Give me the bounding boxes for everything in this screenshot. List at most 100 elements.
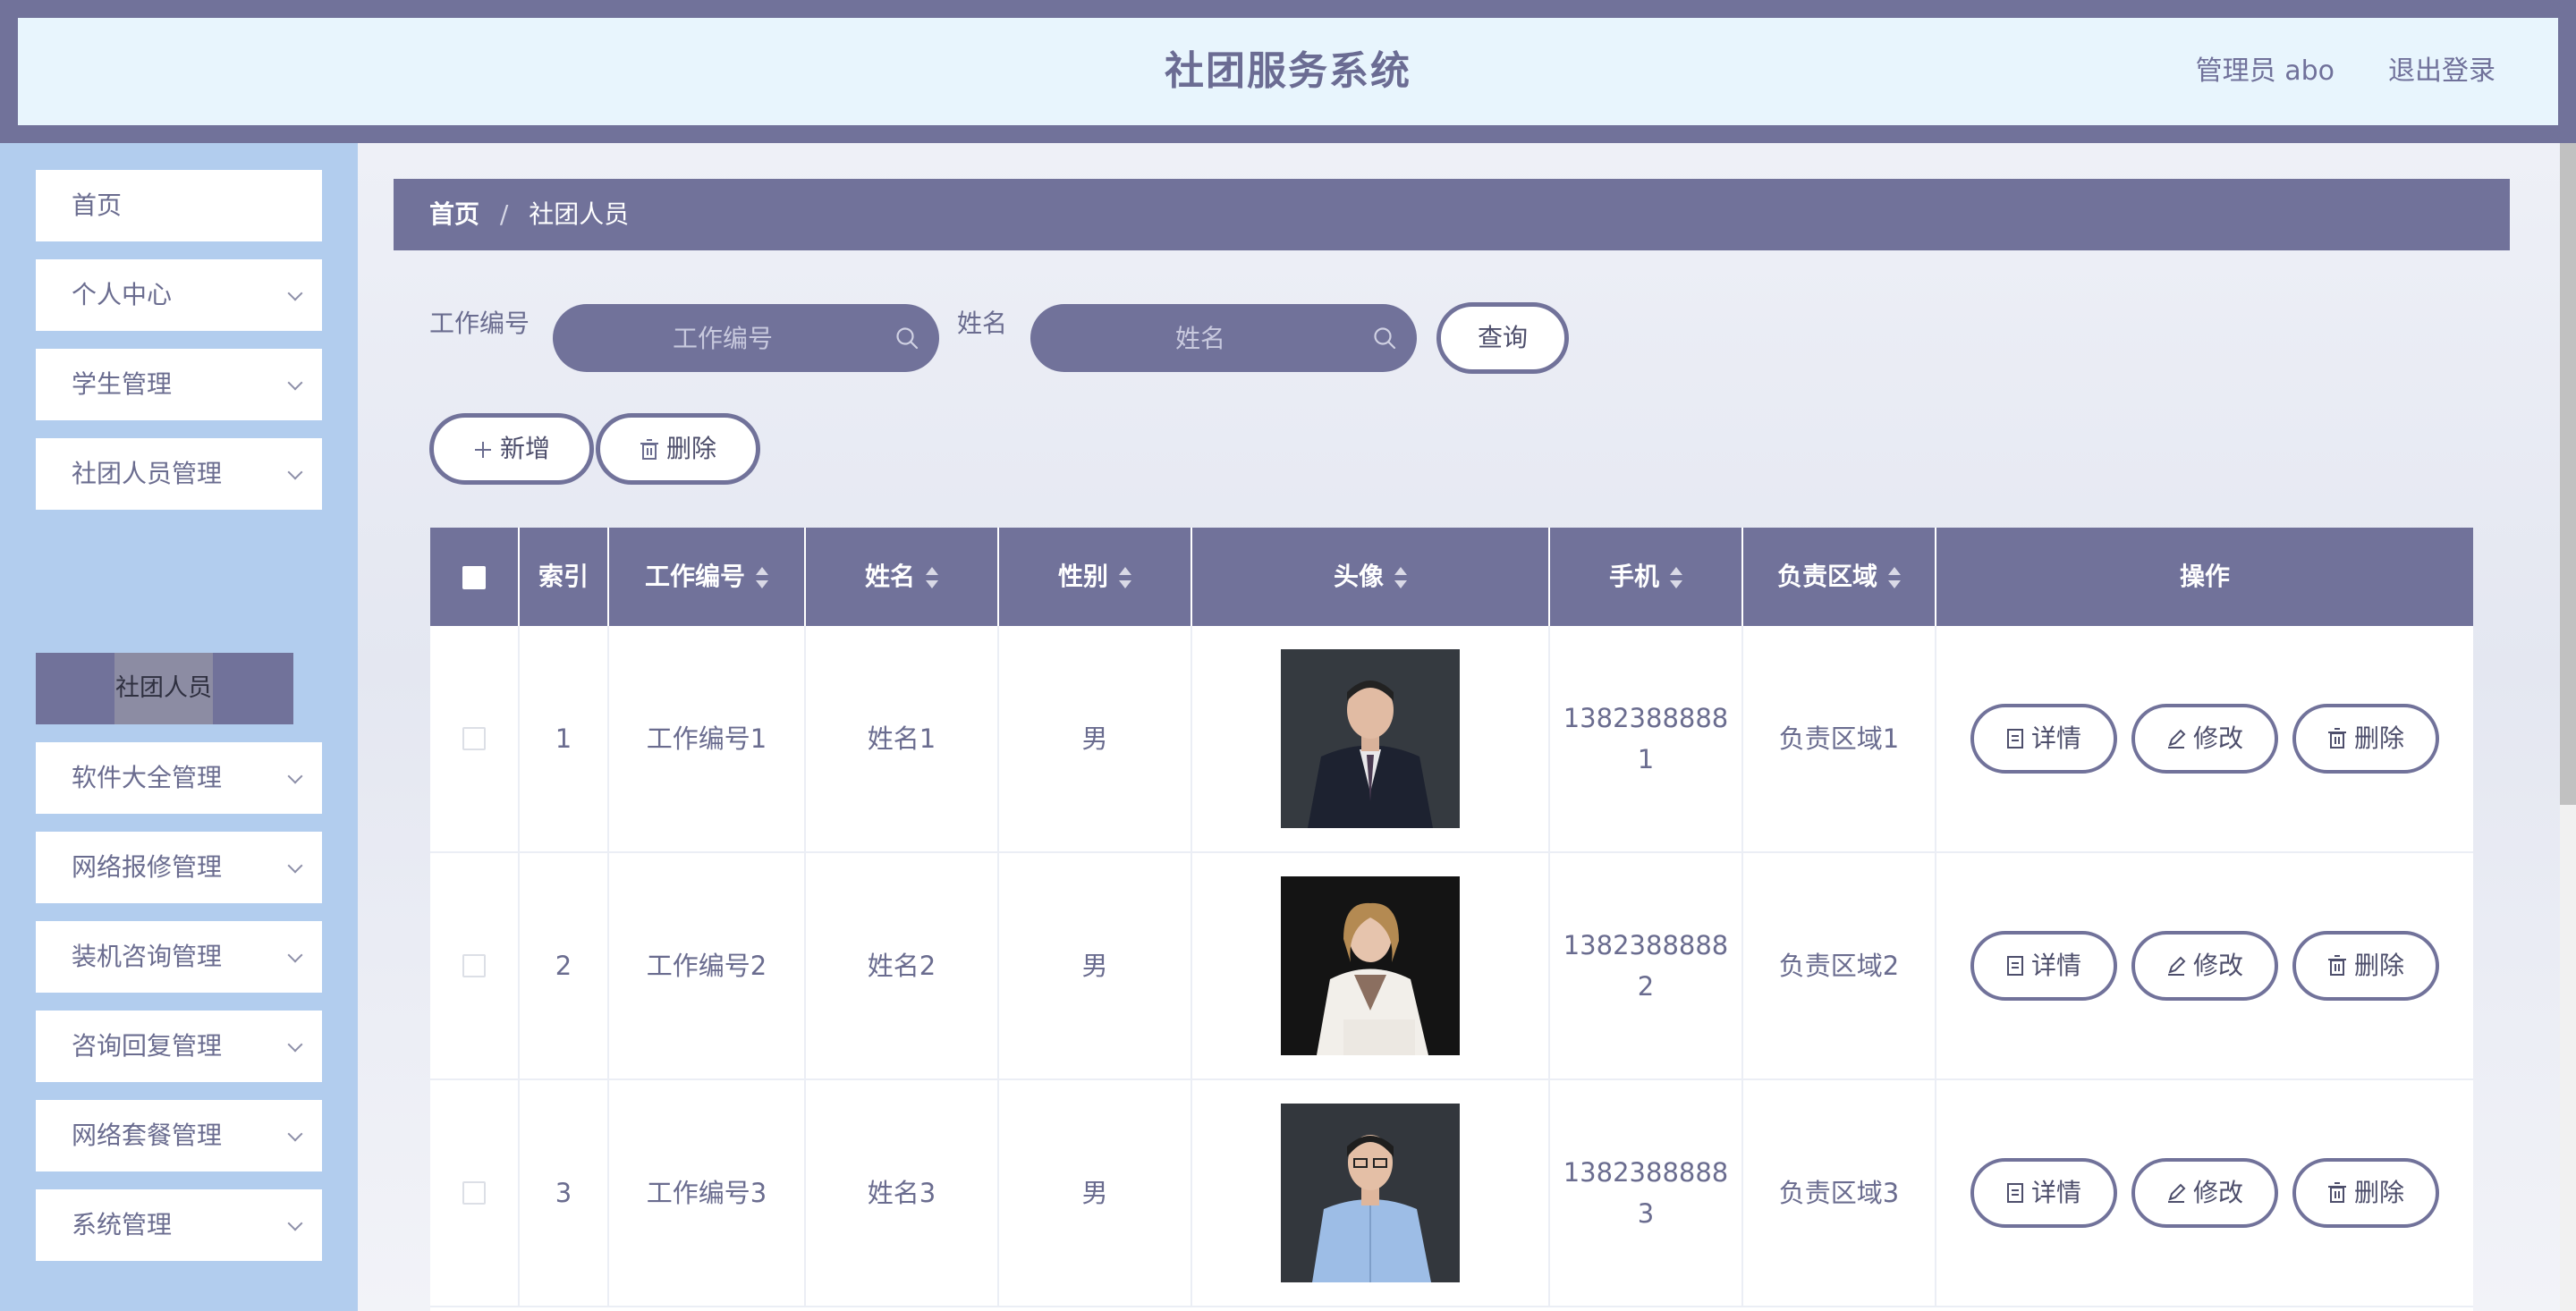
- column-header-gender[interactable]: 性别: [999, 528, 1192, 626]
- sort-icon[interactable]: [1888, 567, 1901, 588]
- sort-icon[interactable]: [1394, 567, 1407, 588]
- chevron-down-icon: [287, 1215, 303, 1231]
- row-select-cell: [430, 626, 520, 851]
- avatar-cell: [1192, 626, 1550, 851]
- avatar-cell: [1192, 1080, 1550, 1306]
- index-cell: 3: [520, 1080, 609, 1306]
- avatar[interactable]: [1281, 876, 1460, 1055]
- sidebar-item-home[interactable]: 首页: [36, 170, 322, 241]
- sort-icon[interactable]: [926, 567, 938, 588]
- index-cell: 2: [520, 853, 609, 1078]
- avatar[interactable]: [1281, 1104, 1460, 1282]
- add-button-label: 新增: [499, 434, 550, 463]
- delete-button[interactable]: 删除: [2292, 931, 2439, 1001]
- column-select-all: [430, 528, 520, 626]
- sidebar-item-consult-reply-management[interactable]: 咨询回复管理: [36, 1011, 322, 1082]
- trash-icon: [640, 439, 658, 460]
- job-no-label: 工作编号: [429, 309, 530, 338]
- actions-cell: 详情 修改 删除: [1936, 626, 2473, 851]
- edit-button[interactable]: 修改: [2131, 704, 2278, 774]
- edit-button[interactable]: 修改: [2131, 1158, 2278, 1228]
- sidebar-item-personal-center[interactable]: 个人中心: [36, 259, 322, 331]
- query-button-label: 查询: [1477, 323, 1528, 352]
- column-header-actions: 操作: [1936, 528, 2473, 626]
- sidebar-item-software-management[interactable]: 软件大全管理: [36, 742, 322, 814]
- current-user: 管理员 abo: [2195, 55, 2334, 87]
- column-header-label: 操作: [2179, 562, 2230, 591]
- name-input[interactable]: [1030, 304, 1370, 372]
- breadcrumb-separator: /: [499, 199, 509, 229]
- actions-cell: 详情 修改 删除: [1936, 853, 2473, 1078]
- column-header-avatar[interactable]: 头像: [1192, 528, 1550, 626]
- sidebar-item-system-management[interactable]: 系统管理: [36, 1189, 322, 1261]
- sidebar-item-install-consult-management[interactable]: 装机咨询管理: [36, 921, 322, 993]
- document-icon: [2006, 956, 2023, 976]
- gender-cell: 男: [999, 1080, 1192, 1306]
- top-bar: 社团服务系统 管理员 abo 退出登录: [0, 0, 2576, 143]
- actions-cell: 详情 修改 删除: [1936, 1080, 2473, 1306]
- sidebar: 首页 个人中心 学生管理 社团人员管理 社团人员 软件大全管理 网络报修管理 装…: [0, 143, 358, 1311]
- detail-button[interactable]: 详情: [1970, 704, 2117, 774]
- job-no-input[interactable]: [553, 304, 893, 372]
- sidebar-item-network-package-management[interactable]: 网络套餐管理: [36, 1100, 322, 1171]
- detail-button-label: 详情: [2030, 951, 2081, 980]
- phone-cell: 1382388888 3: [1550, 1080, 1743, 1306]
- sidebar-item-club-member-management[interactable]: 社团人员管理: [36, 438, 322, 510]
- area-cell: 负责区域2: [1743, 853, 1936, 1078]
- delete-button[interactable]: 删除: [2292, 704, 2439, 774]
- sidebar-item-student-management[interactable]: 学生管理: [36, 349, 322, 420]
- logout-link[interactable]: 退出登录: [2388, 18, 2496, 125]
- chevron-down-icon: [287, 1126, 303, 1142]
- sort-icon[interactable]: [1670, 567, 1682, 588]
- row-checkbox[interactable]: [462, 954, 486, 977]
- gender-cell: 男: [999, 626, 1192, 851]
- submenu-item-club-members[interactable]: 社团人员: [36, 653, 293, 724]
- detail-button[interactable]: 详情: [1970, 931, 2117, 1001]
- column-header-area[interactable]: 负责区域: [1743, 528, 1936, 626]
- sort-icon[interactable]: [1119, 567, 1131, 588]
- trash-icon: [2327, 1182, 2346, 1203]
- edit-button[interactable]: 修改: [2131, 931, 2278, 1001]
- phone-cell: 1382388888 1: [1550, 626, 1743, 851]
- trash-icon: [2327, 955, 2346, 976]
- edit-button-label: 修改: [2192, 1178, 2243, 1207]
- sidebar-item-label: 系统管理: [72, 1210, 173, 1239]
- phone-line: 3: [1637, 1198, 1655, 1229]
- column-header-label: 姓名: [864, 562, 915, 591]
- trash-icon: [2327, 728, 2346, 749]
- submenu-item-label: 社团人员: [114, 653, 213, 724]
- document-icon: [2006, 1183, 2023, 1203]
- sidebar-item-label: 装机咨询管理: [72, 942, 223, 971]
- breadcrumb-home[interactable]: 首页: [429, 199, 479, 229]
- breadcrumb-current: 社团人员: [529, 199, 630, 229]
- column-header-label: 头像: [1333, 562, 1384, 591]
- row-checkbox[interactable]: [462, 727, 486, 750]
- chevron-down-icon: [287, 375, 303, 391]
- query-button[interactable]: 查询: [1436, 302, 1569, 374]
- column-header-name[interactable]: 姓名: [806, 528, 999, 626]
- delete-button[interactable]: 删除: [2292, 1158, 2439, 1228]
- job-no-cell: 工作编号1: [609, 626, 806, 851]
- detail-button[interactable]: 详情: [1970, 1158, 2117, 1228]
- chevron-down-icon: [287, 858, 303, 874]
- column-header-phone[interactable]: 手机: [1550, 528, 1743, 626]
- select-all-checkbox[interactable]: [462, 566, 486, 589]
- sidebar-item-label: 咨询回复管理: [72, 1031, 223, 1061]
- column-header-job-no[interactable]: 工作编号: [609, 528, 806, 626]
- column-header-index: 索引: [520, 528, 609, 626]
- row-checkbox[interactable]: [462, 1181, 486, 1205]
- chevron-down-icon: [287, 947, 303, 963]
- search-icon: [896, 327, 919, 350]
- data-table: 索引 工作编号 姓名 性别 头像 手机 负责区域 操作 1 工作编号1 姓名1 …: [430, 528, 2473, 1311]
- edit-button-label: 修改: [2192, 723, 2243, 753]
- scrollbar-thumb[interactable]: [2560, 143, 2576, 805]
- sidebar-item-label: 社团人员管理: [72, 459, 223, 488]
- sort-icon[interactable]: [756, 567, 768, 588]
- sidebar-item-label: 软件大全管理: [72, 763, 223, 792]
- add-button[interactable]: 新增: [429, 413, 594, 485]
- phone-line: 2: [1637, 971, 1655, 1002]
- phone-line: 1382388888: [1563, 703, 1729, 733]
- sidebar-item-network-repair-management[interactable]: 网络报修管理: [36, 832, 322, 903]
- batch-delete-button[interactable]: 删除: [596, 413, 760, 485]
- avatar[interactable]: [1281, 649, 1460, 828]
